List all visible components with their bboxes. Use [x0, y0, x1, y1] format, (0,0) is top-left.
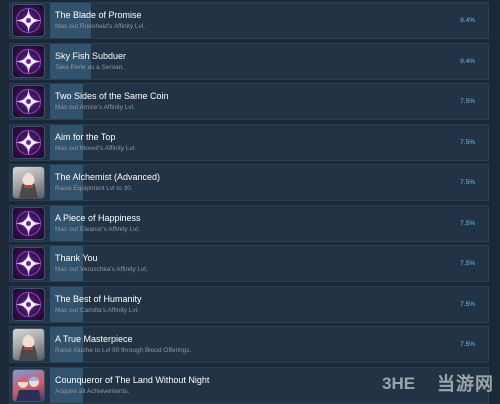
achievement-description: Max out Eleanor's Affinity Lvl.	[55, 225, 140, 233]
unlock-percent: 9.4%	[460, 17, 475, 24]
unlock-rate-bar	[50, 43, 91, 79]
achievement-description: Acquire all Achievements.	[55, 387, 130, 395]
purple-sigil-icon	[12, 4, 45, 37]
unlock-rate-bar	[50, 205, 83, 241]
achievement-row[interactable]: The Blade of Promise Max out Ruenheid's …	[9, 2, 489, 39]
achievement-title: Sky Fish Subduer	[55, 50, 127, 61]
achievement-description: Max out Camilla's Affinity Lvl.	[55, 306, 139, 314]
unlock-percent: 7.5%	[460, 341, 475, 348]
achievement-description: Take Perle as a Servan.	[55, 63, 125, 71]
unlock-rate-bar	[50, 286, 83, 322]
unlock-percent: 9.4%	[460, 57, 475, 65]
character-portrait-icon	[12, 166, 45, 199]
unlock-rate-bar	[50, 124, 83, 160]
purple-sigil-icon	[12, 85, 45, 118]
achievement-list: The Blade of Promise Max out Ruenheid's …	[9, 0, 489, 404]
achievement-title: Aim for the Top	[55, 131, 116, 142]
unlock-percent: 7.5%	[460, 138, 475, 146]
site-watermark: 3HE 当游网	[381, 370, 494, 396]
purple-sigil-icon	[12, 287, 45, 321]
achievement-description: Max out Moveil's Affinity Lvl.	[55, 144, 136, 152]
achievement-row[interactable]: The Best of Humanity Max out Camilla's A…	[9, 285, 489, 323]
achievement-description: Max out Ruenheid's Affinity Lvl.	[55, 23, 146, 30]
achievement-row[interactable]: Sky Fish Subduer Take Perle as a Servan.…	[9, 42, 489, 80]
purple-sigil-icon	[12, 125, 45, 159]
achievement-description: Raise Equipment Lvl to 30.	[55, 185, 133, 192]
unlock-percent: 7.5%	[460, 179, 475, 186]
unlock-rate-bar	[50, 165, 83, 200]
purple-sigil-icon	[12, 247, 45, 280]
purple-sigil-icon	[12, 206, 45, 240]
unlock-percent: 7.5%	[460, 219, 475, 227]
achievement-description: Max out Veruschka's Affinity Lvl.	[55, 266, 148, 273]
achievement-title: The Alchemist (Advanced)	[55, 172, 161, 182]
unlock-rate-bar	[50, 246, 83, 281]
achievement-title: A Piece of Happiness	[55, 212, 141, 223]
achievement-title: The Best of Humanity	[55, 293, 142, 304]
unlock-rate-bar	[50, 327, 83, 362]
group-portrait-icon	[12, 368, 45, 402]
achievement-row[interactable]: Two Sides of the Same Coin Max out Amice…	[9, 83, 489, 120]
unlock-percent: 7.5%	[460, 300, 475, 308]
achievement-row[interactable]: A Piece of Happiness Max out Eleanor's A…	[9, 204, 489, 242]
3he-logo-icon: 3HE	[382, 374, 415, 393]
achievement-row[interactable]: A True Masterpiece Raise Aluche to Lvl 5…	[9, 326, 489, 363]
achievement-title: The Blade of Promise	[55, 10, 142, 20]
watermark-brand: 3HE	[382, 374, 415, 393]
achievement-title: Counqueror of The Land Without Night	[55, 374, 210, 385]
watermark-text: 当游网	[437, 374, 494, 394]
achievement-description: Raise Aluche to Lvl 50 through Blood Off…	[55, 347, 192, 354]
unlock-rate-bar	[50, 3, 91, 38]
achievement-row[interactable]: Thank You Max out Veruschka's Affinity L…	[9, 245, 489, 282]
unlock-percent: 7.5%	[460, 260, 475, 267]
achievement-title: Thank You	[55, 253, 98, 263]
achievement-title: A True Masterpiece	[55, 334, 133, 344]
achievement-row[interactable]: Aim for the Top Max out Moveil's Affinit…	[9, 123, 489, 161]
character-portrait-icon	[12, 328, 45, 361]
achievement-row[interactable]: The Alchemist (Advanced) Raise Equipment…	[9, 164, 489, 201]
unlock-percent: 7.5%	[460, 98, 475, 105]
purple-sigil-icon	[12, 44, 45, 78]
achievement-description: Max out Amice's Affinity Lvl.	[55, 104, 135, 111]
achievement-title: Two Sides of the Same Coin	[55, 91, 169, 101]
unlock-rate-bar	[50, 84, 83, 119]
unlock-rate-bar	[50, 367, 83, 403]
